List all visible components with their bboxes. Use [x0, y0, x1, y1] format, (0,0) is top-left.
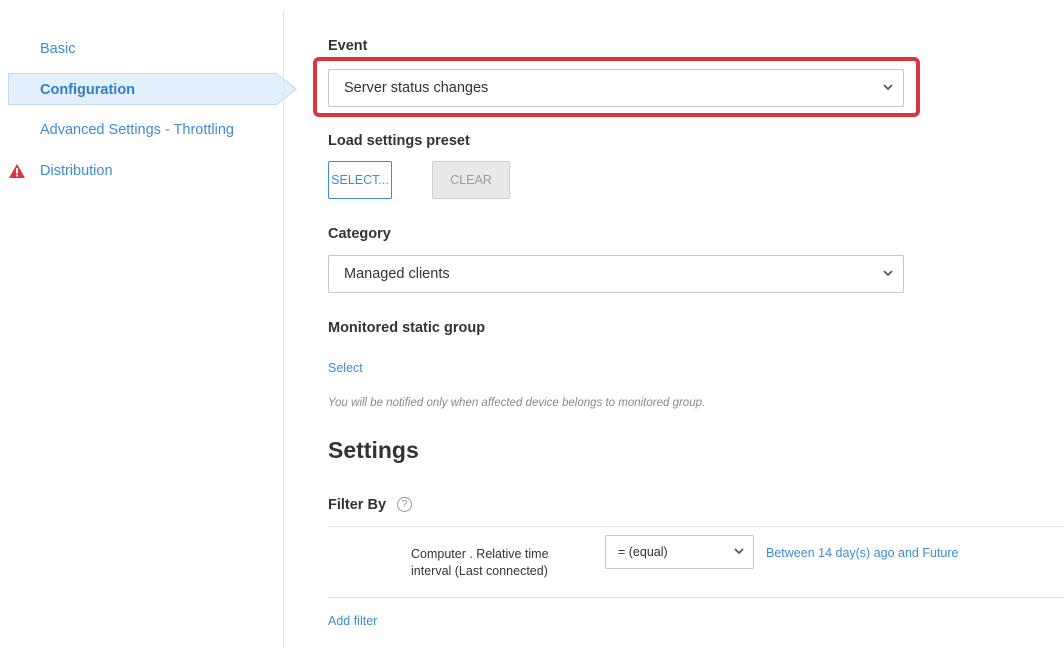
- filter-operator-select[interactable]: = (equal): [605, 535, 754, 569]
- add-filter-link[interactable]: Add filter: [328, 614, 377, 628]
- filter-divider-bottom: [328, 597, 1064, 598]
- sidebar: Basic Configuration Advanced Settings - …: [0, 0, 297, 648]
- filter-by-label: Filter By: [328, 497, 387, 513]
- event-label: Event: [328, 38, 368, 54]
- select-preset-button[interactable]: SELECT...: [328, 161, 392, 199]
- chevron-down-icon: [883, 270, 893, 277]
- chevron-down-icon: [734, 548, 744, 555]
- filter-operator-value: = (equal): [618, 545, 668, 559]
- filter-field-label: Computer . Relative time interval (Last …: [411, 547, 549, 578]
- event-select-value: Server status changes: [344, 80, 489, 96]
- sidebar-item-label: Configuration: [40, 82, 136, 98]
- filter-value-link[interactable]: Between 14 day(s) ago and Future: [766, 546, 958, 560]
- event-select[interactable]: Server status changes: [328, 69, 904, 107]
- category-select[interactable]: Managed clients: [328, 255, 904, 293]
- clear-preset-button[interactable]: CLEAR: [432, 161, 510, 199]
- sidebar-item-label: Basic: [40, 41, 76, 57]
- sidebar-item-advanced-settings[interactable]: Advanced Settings - Throttling: [0, 113, 283, 147]
- chevron-down-icon: [883, 84, 893, 91]
- sidebar-item-basic[interactable]: Basic: [0, 32, 283, 66]
- sidebar-item-distribution[interactable]: Distribution: [0, 154, 283, 188]
- monitored-group-hint: You will be notified only when affected …: [328, 397, 706, 409]
- help-icon[interactable]: ?: [397, 497, 412, 512]
- warning-icon: [9, 164, 25, 178]
- sidebar-divider: [283, 10, 284, 648]
- select-group-link[interactable]: Select: [328, 361, 363, 375]
- main-content: Event Server status changes Load setting…: [313, 0, 1064, 648]
- category-label: Category: [328, 226, 391, 242]
- category-select-value: Managed clients: [344, 266, 450, 282]
- settings-title: Settings: [328, 437, 419, 463]
- preset-label: Load settings preset: [328, 133, 470, 149]
- active-arrow-fill: [275, 73, 295, 105]
- sidebar-item-configuration[interactable]: Configuration: [0, 72, 297, 107]
- filter-divider-top: [328, 526, 1064, 527]
- sidebar-item-label: Advanced Settings - Throttling: [40, 122, 234, 138]
- app-window: Basic Configuration Advanced Settings - …: [0, 0, 1064, 648]
- monitored-group-label: Monitored static group: [328, 320, 486, 336]
